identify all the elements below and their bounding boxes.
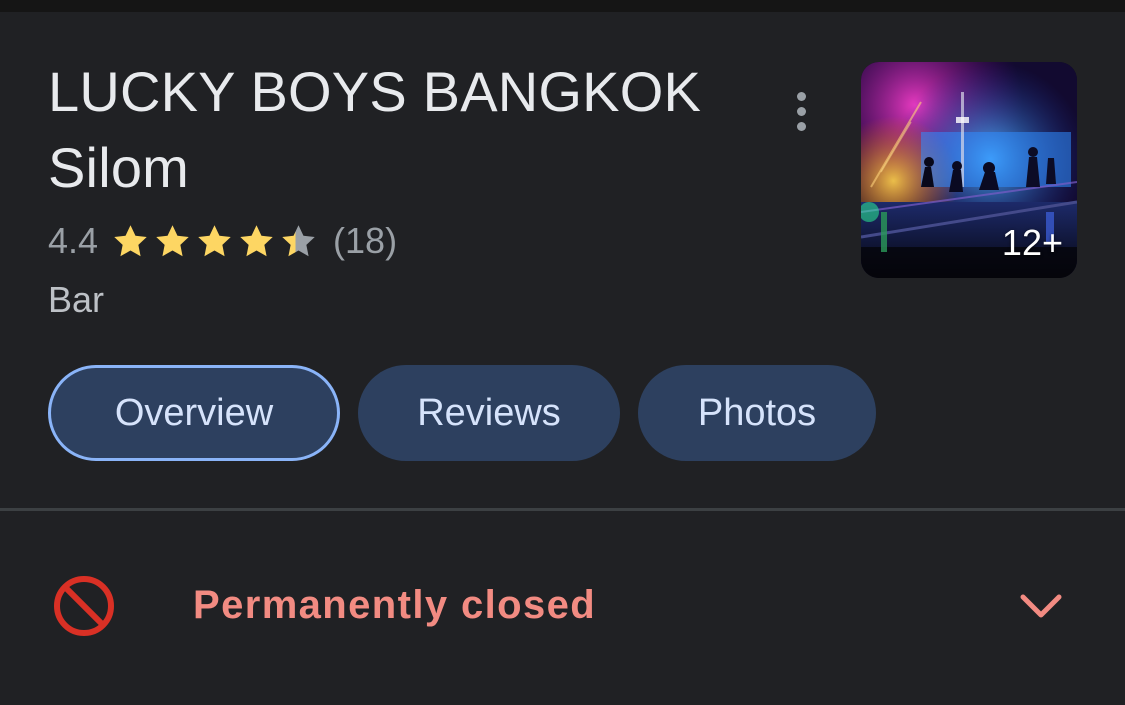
tab-overview[interactable]: Overview bbox=[48, 365, 340, 461]
star-icon bbox=[282, 224, 315, 256]
rating-value: 4.4 bbox=[48, 220, 99, 261]
place-title: LUCKY BOYS BANGKOK Silom bbox=[48, 60, 702, 199]
star-icon bbox=[114, 224, 147, 256]
star-icon bbox=[240, 224, 273, 256]
star-rating bbox=[110, 221, 319, 262]
place-category: Bar bbox=[48, 279, 105, 320]
rating-row[interactable]: 4.4 (18) bbox=[48, 218, 397, 264]
tab-bar: Overview Reviews Photos bbox=[48, 365, 876, 461]
place-panel: LUCKY BOYS BANGKOK Silom 4.4 (18) Bar 12… bbox=[0, 0, 1125, 705]
place-photo-thumbnail[interactable]: 12+ bbox=[861, 62, 1077, 278]
tab-reviews[interactable]: Reviews bbox=[358, 365, 620, 461]
star-icon bbox=[156, 224, 189, 256]
review-count[interactable]: (18) bbox=[333, 220, 397, 262]
closed-status-row[interactable]: Permanently closed bbox=[0, 511, 1125, 705]
block-icon bbox=[52, 574, 116, 638]
photo-count: 12+ bbox=[1001, 222, 1063, 263]
top-strip bbox=[0, 0, 1125, 12]
star-icon bbox=[198, 224, 231, 256]
more-options-button[interactable] bbox=[776, 86, 826, 136]
tab-photos[interactable]: Photos bbox=[638, 365, 876, 461]
more-vert-icon bbox=[796, 91, 806, 131]
status-text: Permanently closed bbox=[193, 583, 597, 627]
chevron-down-icon[interactable] bbox=[1018, 587, 1064, 623]
